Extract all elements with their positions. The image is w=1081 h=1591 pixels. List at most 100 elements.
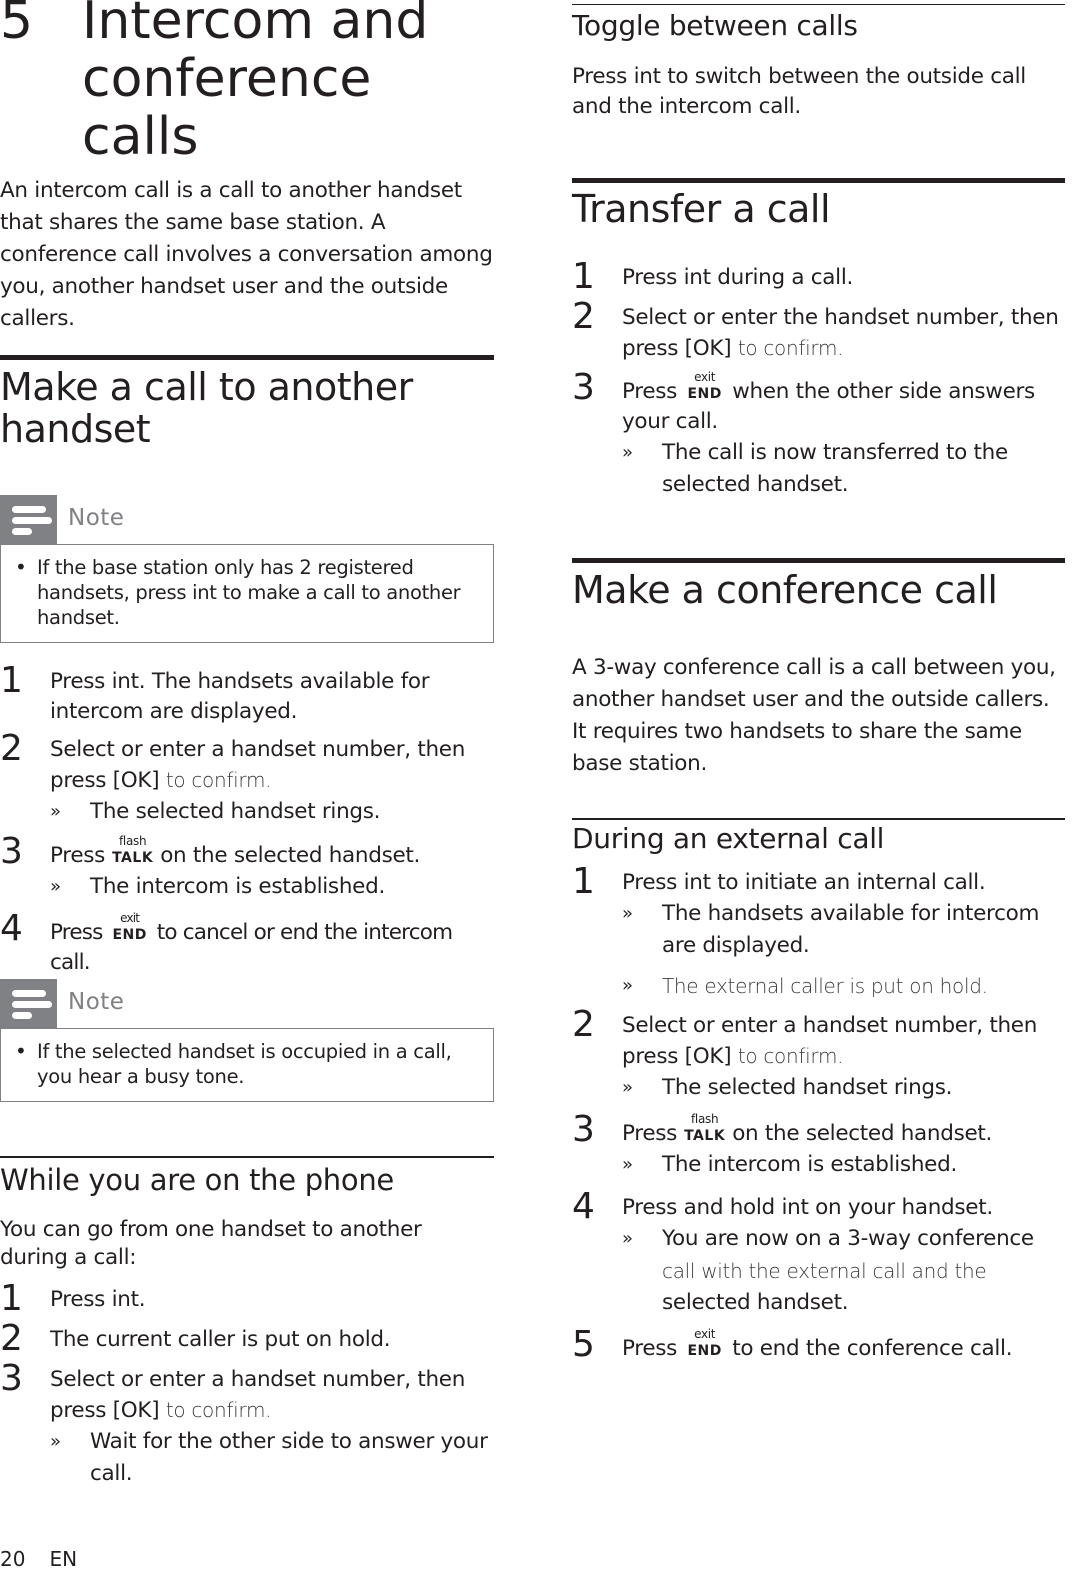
section-heading-transfer: Transfer a call	[572, 187, 831, 231]
step-result: » You are now on a 3-way conference call w…	[622, 1223, 1065, 1319]
step-item: 2 The current caller is put on hold.	[0, 1321, 494, 1357]
key-bottom-label: TALK	[684, 1128, 726, 1144]
step-result: » The external caller is put on hold.	[622, 970, 1065, 1003]
note-header: Note	[0, 979, 494, 1029]
result-arrow-icon: »	[50, 876, 61, 897]
step-text: Select or enter the handset number, then…	[622, 303, 1065, 364]
step-text: Press and hold int on your handset.	[622, 1195, 993, 1220]
talk-key-icon: flash TALK	[112, 834, 154, 868]
end-key-icon: exit END	[684, 370, 726, 404]
note-header: Note	[0, 495, 494, 545]
step-text-pre: Press	[50, 920, 103, 945]
step-text-post: on the selected handset.	[732, 1121, 993, 1146]
result-arrow-icon: »	[622, 1077, 633, 1098]
step-text: Press flash TALK on the selected handset.	[50, 834, 494, 871]
note-text: If the selected handset is occupied in a…	[37, 1040, 452, 1088]
chapter-title-line1: Intercom and	[82, 0, 429, 51]
step-item: 2 Select or enter the handset number, th…	[572, 299, 1065, 364]
step-result: » The call is now transferred to the sele…	[622, 437, 1065, 501]
result-arrow-icon: »	[622, 1154, 633, 1175]
subsection-rule	[572, 818, 1065, 820]
step-text: Select or enter a handset number, then p…	[50, 735, 494, 796]
note-box: Note • If the selected handset is occupi…	[0, 979, 494, 1102]
section-rule	[0, 355, 494, 360]
key-bottom-label: TALK	[112, 850, 154, 866]
step-item: 3 Press flash TALK on the selected handse…	[0, 834, 494, 903]
step-result: » The intercom is established.	[50, 871, 494, 903]
page-number: 20	[0, 1547, 26, 1571]
step-item: 3 Select or enter a handset number, then…	[0, 1361, 494, 1490]
while-on-phone-steps: 1 Press int. 2 The current caller is put…	[0, 1281, 494, 1490]
result-text: Wait for the other side to answer your c…	[90, 1429, 488, 1486]
result-text: The intercom is established.	[90, 874, 385, 899]
result-arrow-icon: »	[50, 801, 61, 822]
step-text-post: on the selected handset.	[160, 843, 421, 868]
key-bottom-label: END	[112, 927, 147, 943]
step-text: The current caller is put on hold.	[50, 1327, 391, 1352]
step-number: 3	[572, 367, 595, 408]
step-number: 5	[572, 1324, 595, 1365]
result-text: The call is now transferred to the selec…	[662, 440, 1008, 497]
step-text: Press int during a call.	[622, 265, 854, 290]
key-top-label: flash	[119, 834, 147, 848]
step-text-suffix: to confirm.	[737, 336, 844, 360]
note-label: Note	[68, 989, 125, 1015]
key-top-label: flash	[691, 1112, 719, 1126]
key-top-label: exit	[120, 911, 140, 925]
step-text: Press exit END to cancel or end the inter…	[50, 911, 494, 978]
language-code: EN	[49, 1547, 78, 1571]
key-bottom-label: END	[687, 1343, 722, 1359]
step-text: Select or enter a handset number, then p…	[50, 1365, 494, 1426]
step-item: 3 Press exit END when the other side answ…	[572, 370, 1065, 501]
step-result: » Wait for the other side to answer your …	[50, 1426, 494, 1490]
result-text: selected handset.	[662, 1290, 849, 1315]
note-body: • If the base station only has 2 registe…	[0, 545, 494, 643]
result-arrow-icon: »	[622, 975, 633, 996]
step-text-pre: Press	[622, 379, 678, 404]
subsection-rule	[0, 1156, 494, 1158]
step-text-pre: Press	[622, 1121, 678, 1146]
note-box: Note • If the base station only has 2 re…	[0, 495, 494, 643]
step-text-pre: Press	[622, 1336, 678, 1361]
result-arrow-icon: »	[622, 903, 633, 924]
step-item: 4 Press and hold int on your handset. » Y…	[572, 1189, 1065, 1319]
step-number: 2	[0, 1318, 23, 1359]
step-text-suffix: to confirm.	[737, 1044, 844, 1068]
step-item: 1 Press int during a call.	[572, 259, 1065, 295]
step-result: » The handsets available for intercom are…	[622, 898, 1065, 962]
conference-steps: 1 Press int to initiate an internal call…	[572, 864, 1065, 1365]
step-result: » The selected handset rings.	[50, 796, 494, 828]
result-text: The selected handset rings.	[662, 1075, 953, 1100]
result-arrow-icon: »	[622, 442, 633, 463]
result-text: The intercom is established.	[662, 1152, 957, 1177]
subsection-heading-while-on-phone: While you are on the phone	[0, 1163, 394, 1197]
note-body: • If the selected handset is occupied in…	[0, 1029, 494, 1102]
intro-paragraph: An intercom call is a call to another ha…	[0, 178, 493, 331]
note-text: If the base station only has 2 registere…	[37, 556, 461, 629]
talk-key-icon: flash TALK	[684, 1112, 726, 1146]
result-text: The external caller is put on hold.	[662, 974, 988, 998]
chapter-title: Intercom and conference calls	[82, 0, 494, 166]
conference-intro: A 3-way conference call is a call betwee…	[572, 655, 1056, 776]
step-text: Press exit END to end the conference call…	[622, 1327, 1065, 1364]
end-key-icon: exit END	[109, 911, 151, 945]
while-on-phone-intro: You can go from one handset to another d…	[0, 1217, 422, 1270]
bullet: •	[15, 1039, 27, 1063]
key-top-label: exit	[694, 370, 716, 384]
step-text: Press int. The handsets available for in…	[50, 669, 430, 724]
step-result: » The intercom is established.	[622, 1149, 1065, 1181]
step-item: 1 Press int to initiate an internal call…	[572, 864, 1065, 1003]
step-item: 3 Press flash TALK on the selected handse…	[572, 1112, 1065, 1181]
step-text-suffix: to confirm.	[165, 1398, 272, 1422]
step-item: 2 Select or enter a handset number, then…	[572, 1007, 1065, 1104]
step-text: Press exit END when the other side answer…	[622, 370, 1065, 437]
chapter-title-line2: conference calls	[82, 49, 372, 167]
subsection-heading-toggle: Toggle between calls	[572, 9, 858, 42]
result-arrow-icon: »	[50, 1431, 61, 1452]
step-item: 2 Select or enter a handset number, then…	[0, 731, 494, 828]
heading-line: Make a call to another	[0, 365, 413, 409]
step-item: 4 Press exit END to cancel or end the int…	[0, 911, 494, 978]
step-text: Press flash TALK on the selected handset.	[622, 1112, 1065, 1149]
transfer-steps: 1 Press int during a call. 2 Select or e…	[572, 259, 1065, 501]
step-text: Press int to initiate an internal call.	[622, 870, 986, 895]
